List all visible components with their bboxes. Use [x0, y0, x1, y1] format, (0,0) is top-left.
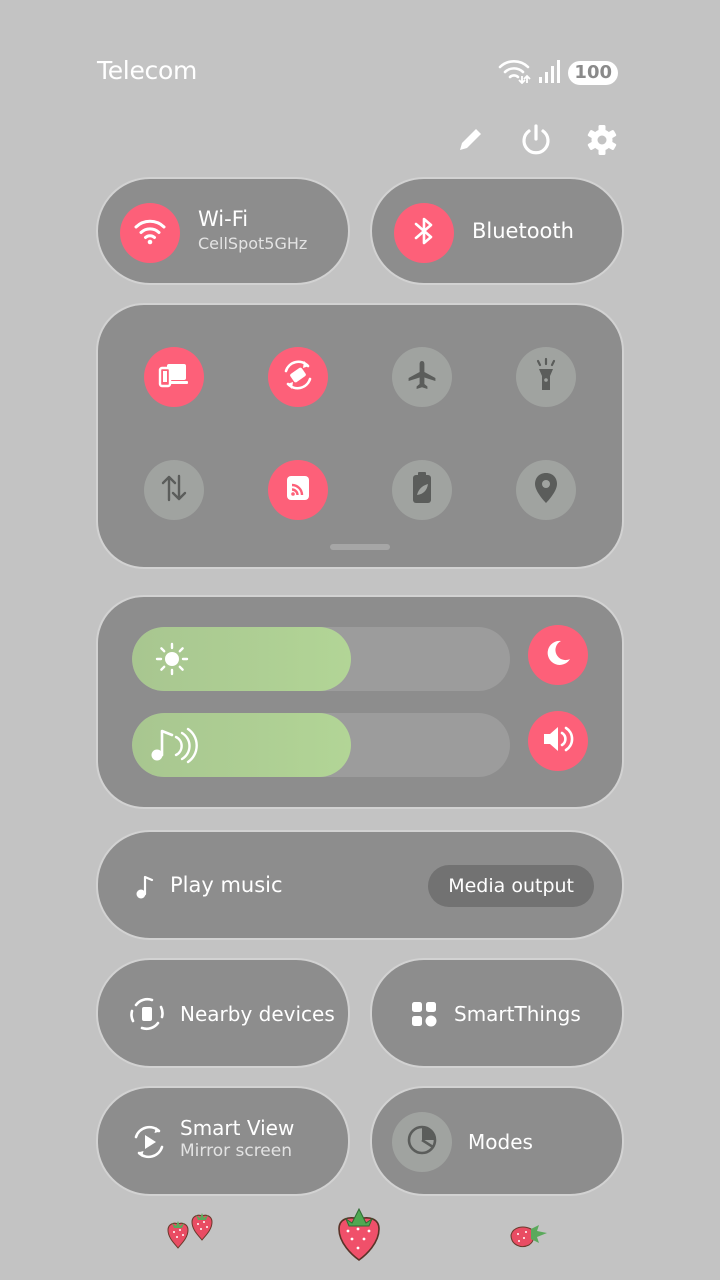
battery-indicator: 100	[568, 61, 618, 85]
auto-rotate-toggle[interactable]	[268, 347, 328, 407]
sound-mode-button[interactable]	[528, 711, 588, 771]
wifi-icon	[133, 216, 167, 250]
power-icon[interactable]	[518, 122, 554, 158]
modes-label: Modes	[468, 1130, 533, 1154]
modes-icon	[405, 1123, 439, 1161]
mobile-data-icon	[158, 472, 190, 508]
airplane-toggle[interactable]	[392, 347, 452, 407]
top-actions	[452, 122, 620, 158]
volume-slider-fill	[132, 713, 352, 777]
screen-share-toggle[interactable]	[144, 347, 204, 407]
wifi-icon	[498, 58, 532, 88]
bluetooth-title: Bluetooth	[472, 219, 574, 243]
brightness-slider[interactable]	[132, 627, 510, 691]
smartthings-tile[interactable]: SmartThings	[370, 958, 624, 1068]
music-note-icon	[134, 874, 156, 904]
location-icon	[532, 471, 560, 509]
carrier-name: Telecom	[97, 56, 198, 85]
brightness-slider-fill	[132, 627, 352, 691]
quick-toggles-panel	[96, 303, 624, 569]
panel-expand-handle[interactable]	[330, 544, 390, 550]
smart-view-icon	[130, 1123, 168, 1165]
moon-icon	[542, 637, 574, 673]
mobile-data-toggle[interactable]	[144, 460, 204, 520]
cast-toggle[interactable]	[268, 460, 328, 520]
airplane-icon	[406, 359, 438, 395]
edit-icon[interactable]	[452, 122, 488, 158]
nearby-devices-icon	[128, 995, 166, 1037]
wifi-toggle-button[interactable]	[120, 203, 180, 263]
power-saving-icon	[408, 470, 436, 510]
sliders-panel	[96, 595, 624, 809]
sun-icon	[154, 641, 190, 677]
location-toggle[interactable]	[516, 460, 576, 520]
flashlight-toggle[interactable]	[516, 347, 576, 407]
bluetooth-toggle-button[interactable]	[394, 203, 454, 263]
media-tile[interactable]: Play music Media output	[96, 830, 624, 940]
signal-icon	[538, 58, 562, 88]
nearby-devices-label: Nearby devices	[180, 1002, 335, 1026]
cast-icon	[283, 473, 313, 507]
strawberry-decoration-right	[507, 1221, 551, 1255]
nearby-devices-tile[interactable]: Nearby devices	[96, 958, 350, 1068]
status-icons: 100	[498, 58, 618, 88]
bluetooth-icon	[411, 214, 437, 252]
flashlight-icon	[531, 357, 561, 397]
smart-view-title: Smart View	[180, 1116, 295, 1140]
smartthings-label: SmartThings	[454, 1002, 581, 1026]
wifi-network-name: CellSpot5GHz	[198, 234, 308, 253]
power-saving-toggle[interactable]	[392, 460, 452, 520]
music-note-icon	[148, 725, 198, 765]
strawberry-decoration-center	[336, 1203, 382, 1267]
settings-icon[interactable]	[584, 122, 620, 158]
auto-rotate-icon	[280, 357, 316, 397]
smartthings-icon	[410, 1000, 438, 1032]
modes-button[interactable]	[392, 1112, 452, 1172]
bluetooth-tile[interactable]: Bluetooth	[370, 177, 624, 285]
volume-slider[interactable]	[132, 713, 510, 777]
wifi-tile[interactable]: Wi-Fi CellSpot5GHz	[96, 177, 350, 285]
smart-view-subtitle: Mirror screen	[180, 1141, 293, 1161]
speaker-icon	[541, 724, 575, 758]
smart-view-tile[interactable]: Smart View Mirror screen	[96, 1086, 350, 1196]
play-music-label[interactable]: Play music	[170, 873, 283, 897]
media-output-button[interactable]: Media output	[428, 865, 594, 907]
strawberry-decoration-left	[164, 1208, 216, 1260]
screen-share-icon	[157, 360, 191, 394]
dark-mode-button[interactable]	[528, 625, 588, 685]
wifi-title: Wi-Fi	[198, 207, 249, 231]
modes-tile[interactable]: Modes	[370, 1086, 624, 1196]
